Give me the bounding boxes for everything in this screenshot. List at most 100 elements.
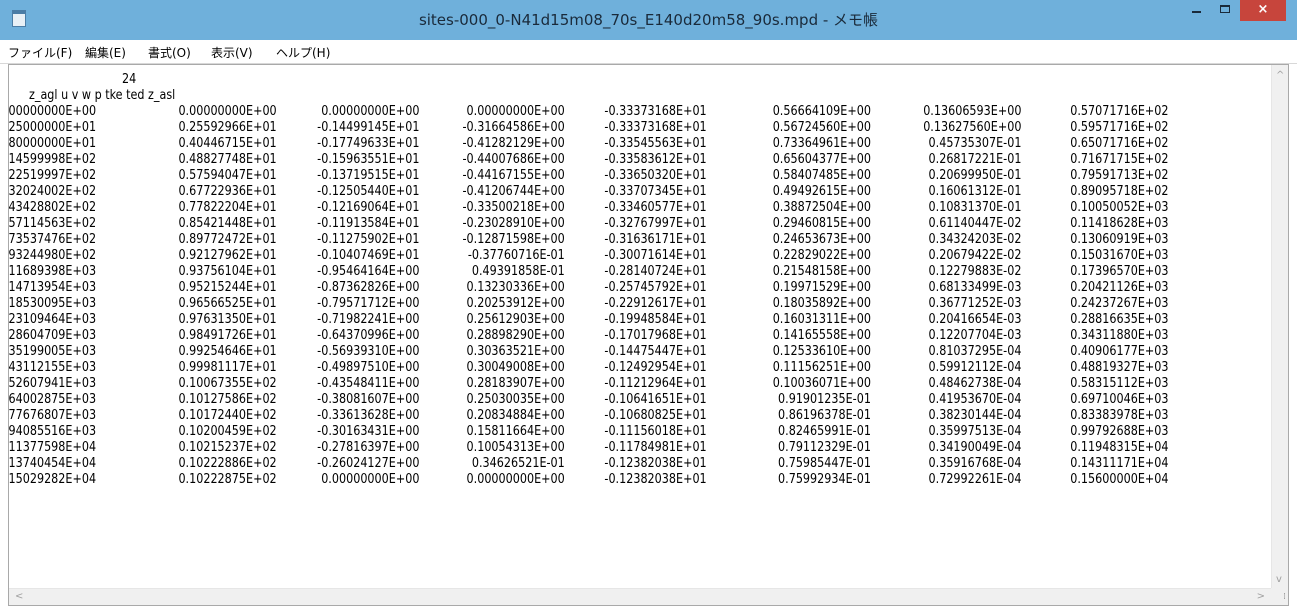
- data-cell: 0.20416654E-03: [928, 312, 1022, 327]
- data-row: 0.28604709E+03 0.98491726E+01 -0.64370996E…: [9, 328, 1173, 344]
- data-cell: 0.93244980E+02: [9, 248, 97, 263]
- data-cell: 0.22519997E+02: [9, 168, 97, 183]
- scroll-down-icon[interactable]: v: [1276, 575, 1282, 585]
- menu-edit[interactable]: 編集(E): [85, 44, 126, 61]
- data-cell: 0.15811664E+00: [466, 424, 565, 439]
- maximize-button[interactable]: [1211, 0, 1239, 21]
- data-cell: -0.12382038E+01: [604, 456, 707, 471]
- data-row: 0.11377598E+04 0.10215237E+02 -0.27816397E…: [9, 440, 1173, 456]
- data-cell: 0.25592966E+01: [178, 120, 277, 135]
- data-cell: 0.73364961E+00: [772, 136, 871, 151]
- data-cell: 0.20679422E-02: [928, 248, 1022, 263]
- data-cell: 0.20421126E+03: [1070, 280, 1169, 295]
- minimize-button[interactable]: [1182, 0, 1210, 21]
- menu-file[interactable]: ファイル(F): [8, 44, 72, 61]
- data-cell: 0.25000000E+01: [9, 120, 97, 135]
- horizontal-scrollbar[interactable]: < >: [9, 588, 1271, 605]
- menu-view[interactable]: 表示(V): [211, 44, 253, 61]
- data-cell: -0.17749633E+01: [317, 136, 420, 151]
- data-cell: -0.33545563E+01: [604, 136, 707, 151]
- data-cell: 0.28898290E+00: [466, 328, 565, 343]
- window-title: sites-000_0-N41d15m08_70s_E140d20m58_90s…: [418, 11, 879, 29]
- data-cell: -0.12492954E+01: [604, 360, 707, 375]
- data-row: 0.73537476E+02 0.89772472E+01 -0.11275902E…: [9, 232, 1173, 248]
- data-cell: 0.45735307E-01: [928, 136, 1022, 151]
- data-cell: 0.10215237E+02: [178, 440, 277, 455]
- scroll-left-icon[interactable]: <: [15, 592, 23, 602]
- data-cell: -0.14475447E+01: [604, 344, 707, 359]
- data-cell: 0.12207704E-03: [928, 328, 1022, 343]
- data-cell: 0.92127962E+01: [178, 248, 277, 263]
- data-cell: -0.15963551E+01: [317, 152, 420, 167]
- data-cell: 0.10222886E+02: [178, 456, 277, 471]
- notepad-window: sites-000_0-N41d15m08_70s_E140d20m58_90s…: [0, 0, 1297, 614]
- data-cell: 0.00000000E+00: [178, 104, 277, 119]
- data-cell: -0.10680825E+01: [604, 408, 707, 423]
- data-row: 0.57114563E+02 0.85421448E+01 -0.11913584E…: [9, 216, 1173, 232]
- data-cell: -0.56939310E+00: [317, 344, 420, 359]
- scroll-up-icon[interactable]: ^: [1276, 71, 1284, 81]
- data-cell: 0.64002875E+03: [9, 392, 97, 407]
- data-cell: 0.18035892E+00: [772, 296, 871, 311]
- data-cell: 0.35199005E+03: [9, 344, 97, 359]
- data-cell: 0.13230336E+00: [466, 280, 565, 295]
- data-cell: -0.33500218E+00: [462, 200, 565, 215]
- data-cell: 0.57071716E+02: [1070, 104, 1169, 119]
- data-cell: 0.20699950E-01: [928, 168, 1022, 183]
- data-cell: -0.33373168E+01: [604, 104, 707, 119]
- data-cell: -0.11913584E+01: [317, 216, 420, 231]
- title-bar[interactable]: sites-000_0-N41d15m08_70s_E140d20m58_90s…: [0, 0, 1297, 40]
- data-cell: 0.89095718E+02: [1070, 184, 1169, 199]
- data-cell: 0.49492615E+00: [772, 184, 871, 199]
- data-cell: -0.30071614E+01: [604, 248, 707, 263]
- data-cell: 0.56664109E+00: [772, 104, 871, 119]
- minimize-icon: [1191, 11, 1201, 13]
- data-cell: -0.11212964E+01: [604, 376, 707, 391]
- data-cell: 0.99254646E+01: [178, 344, 277, 359]
- menu-help[interactable]: ヘルプ(H): [276, 44, 330, 61]
- data-cell: 0.10067355E+02: [178, 376, 277, 391]
- data-cell: 0.48827748E+01: [178, 152, 277, 167]
- data-cell: 0.13060919E+03: [1070, 232, 1169, 247]
- data-row: 0.14713954E+03 0.95215244E+01 -0.87362826E…: [9, 280, 1173, 296]
- menu-format[interactable]: 書式(O): [148, 44, 191, 61]
- data-cell: -0.30163431E+00: [317, 424, 420, 439]
- data-cell: 0.11418628E+03: [1070, 216, 1169, 231]
- resize-grip-icon[interactable]: ⁞: [1271, 588, 1288, 605]
- data-cell: 0.12533610E+00: [772, 344, 871, 359]
- data-cell: -0.22912617E+01: [604, 296, 707, 311]
- text-editor[interactable]: 24 z_agl u v w p tke ted z_asl 0.0000000…: [8, 64, 1289, 606]
- data-cell: 0.69710046E+03: [1070, 392, 1169, 407]
- data-cell: 0.35916768E-04: [928, 456, 1022, 471]
- data-cell: 0.34311880E+03: [1070, 328, 1169, 343]
- data-cell: 0.25030035E+00: [466, 392, 565, 407]
- data-cell: 0.10036071E+00: [772, 376, 871, 391]
- data-cell: 0.71671715E+02: [1070, 152, 1169, 167]
- data-cell: 0.28816635E+03: [1070, 312, 1169, 327]
- data-cell: -0.64370996E+00: [317, 328, 420, 343]
- data-cell: 0.34324203E-02: [928, 232, 1022, 247]
- data-cell: 0.38872504E+00: [772, 200, 871, 215]
- data-cell: 0.30363521E+00: [466, 344, 565, 359]
- vertical-scrollbar[interactable]: ^ v: [1271, 65, 1288, 588]
- data-cell: 0.34190049E-04: [928, 440, 1022, 455]
- data-cell: 0.75985447E-01: [778, 456, 871, 471]
- scroll-right-icon[interactable]: >: [1257, 592, 1265, 602]
- data-cell: 0.79112329E-01: [778, 440, 871, 455]
- data-cell: 0.41953670E-04: [928, 392, 1022, 407]
- data-cell: 0.19971529E+00: [772, 280, 871, 295]
- data-row: 0.18530095E+03 0.96566525E+01 -0.79571712E…: [9, 296, 1173, 312]
- data-cell: -0.37760716E-01: [467, 248, 565, 263]
- data-cell: 0.59571716E+02: [1070, 120, 1169, 135]
- text-content[interactable]: 24 z_agl u v w p tke ted z_asl 0.0000000…: [9, 65, 1271, 588]
- data-cell: -0.49897510E+00: [317, 360, 420, 375]
- column-header: z_agl u v w p tke ted z_asl: [29, 88, 176, 103]
- data-cell: 0.75992934E-01: [778, 472, 871, 487]
- close-button[interactable]: ×: [1240, 0, 1286, 21]
- data-cell: 0.15029282E+04: [9, 472, 97, 487]
- data-row: 0.80000000E+01 0.40446715E+01 -0.17749633E…: [9, 136, 1173, 152]
- data-cell: -0.12505440E+01: [317, 184, 420, 199]
- data-cell: -0.71982241E+00: [317, 312, 420, 327]
- data-cell: 0.18530095E+03: [9, 296, 97, 311]
- data-cell: 0.43112155E+03: [9, 360, 97, 375]
